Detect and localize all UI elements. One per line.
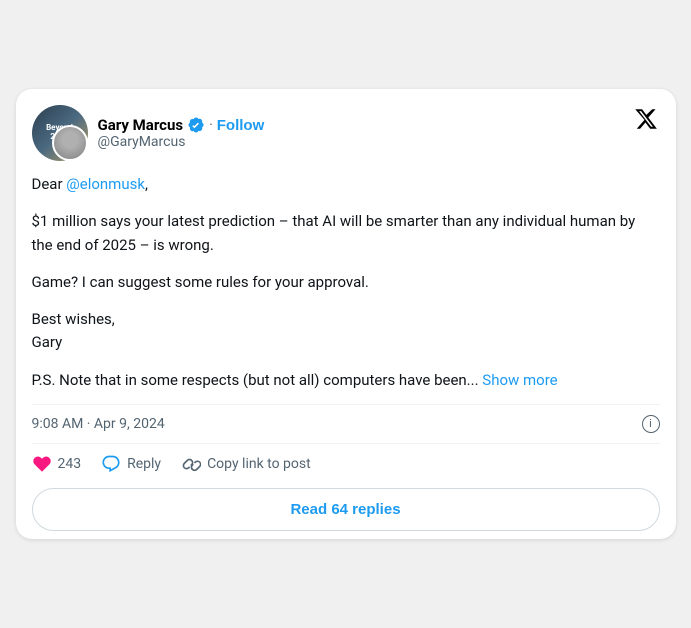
avatar-face	[52, 125, 88, 161]
tweet-para-1: Dear @elonmusk,	[32, 173, 660, 196]
show-more-link[interactable]: Show more	[482, 371, 557, 389]
timestamp: 9:08 AM · Apr 9, 2024	[32, 416, 165, 432]
like-action[interactable]: 243	[32, 454, 82, 474]
reply-label: Reply	[127, 456, 161, 472]
handle-row: @GaryMarcus	[98, 134, 265, 150]
tweet-para-5: P.S. Note that in some respects (but not…	[32, 369, 660, 392]
actions-row: 243 Reply Copy link to post	[32, 443, 660, 484]
name-row: Gary Marcus · Follow	[98, 116, 265, 134]
reply-icon	[101, 454, 121, 474]
timestamp-row: 9:08 AM · Apr 9, 2024 i	[32, 404, 660, 443]
heart-icon	[32, 454, 52, 474]
likes-count: 243	[58, 456, 82, 472]
verified-icon	[187, 116, 205, 134]
tweet-body: Dear @elonmusk, $1 million says your lat…	[32, 173, 660, 392]
copy-link-action[interactable]: Copy link to post	[181, 454, 311, 474]
tweet-card: Beyond 2030 Gary Marcus · Follow @GaryMa…	[16, 89, 676, 539]
link-icon	[181, 454, 201, 474]
tweet-para-3: Game? I can suggest some rules for your …	[32, 271, 660, 294]
user-details: Gary Marcus · Follow @GaryMarcus	[98, 116, 265, 150]
read-replies-button[interactable]: Read 64 replies	[32, 488, 660, 531]
x-logo-icon	[632, 105, 660, 133]
mention-elon[interactable]: @elonmusk	[66, 175, 145, 193]
copy-link-label: Copy link to post	[207, 456, 311, 472]
handle-dot: ·	[209, 117, 213, 133]
tweet-para-2: $1 million says your latest prediction –…	[32, 210, 660, 257]
user-handle: @GaryMarcus	[98, 134, 186, 150]
tweet-header: Beyond 2030 Gary Marcus · Follow @GaryMa…	[32, 105, 660, 161]
display-name: Gary Marcus	[98, 116, 184, 134]
info-icon[interactable]: i	[642, 415, 660, 433]
tweet-para-4: Best wishes, Gary	[32, 308, 660, 355]
follow-button[interactable]: Follow	[217, 117, 265, 134]
user-info-section: Beyond 2030 Gary Marcus · Follow @GaryMa…	[32, 105, 265, 161]
avatar: Beyond 2030	[32, 105, 88, 161]
tweet-ps-text: P.S. Note that in some respects (but not…	[32, 371, 479, 389]
reply-action[interactable]: Reply	[101, 454, 161, 474]
